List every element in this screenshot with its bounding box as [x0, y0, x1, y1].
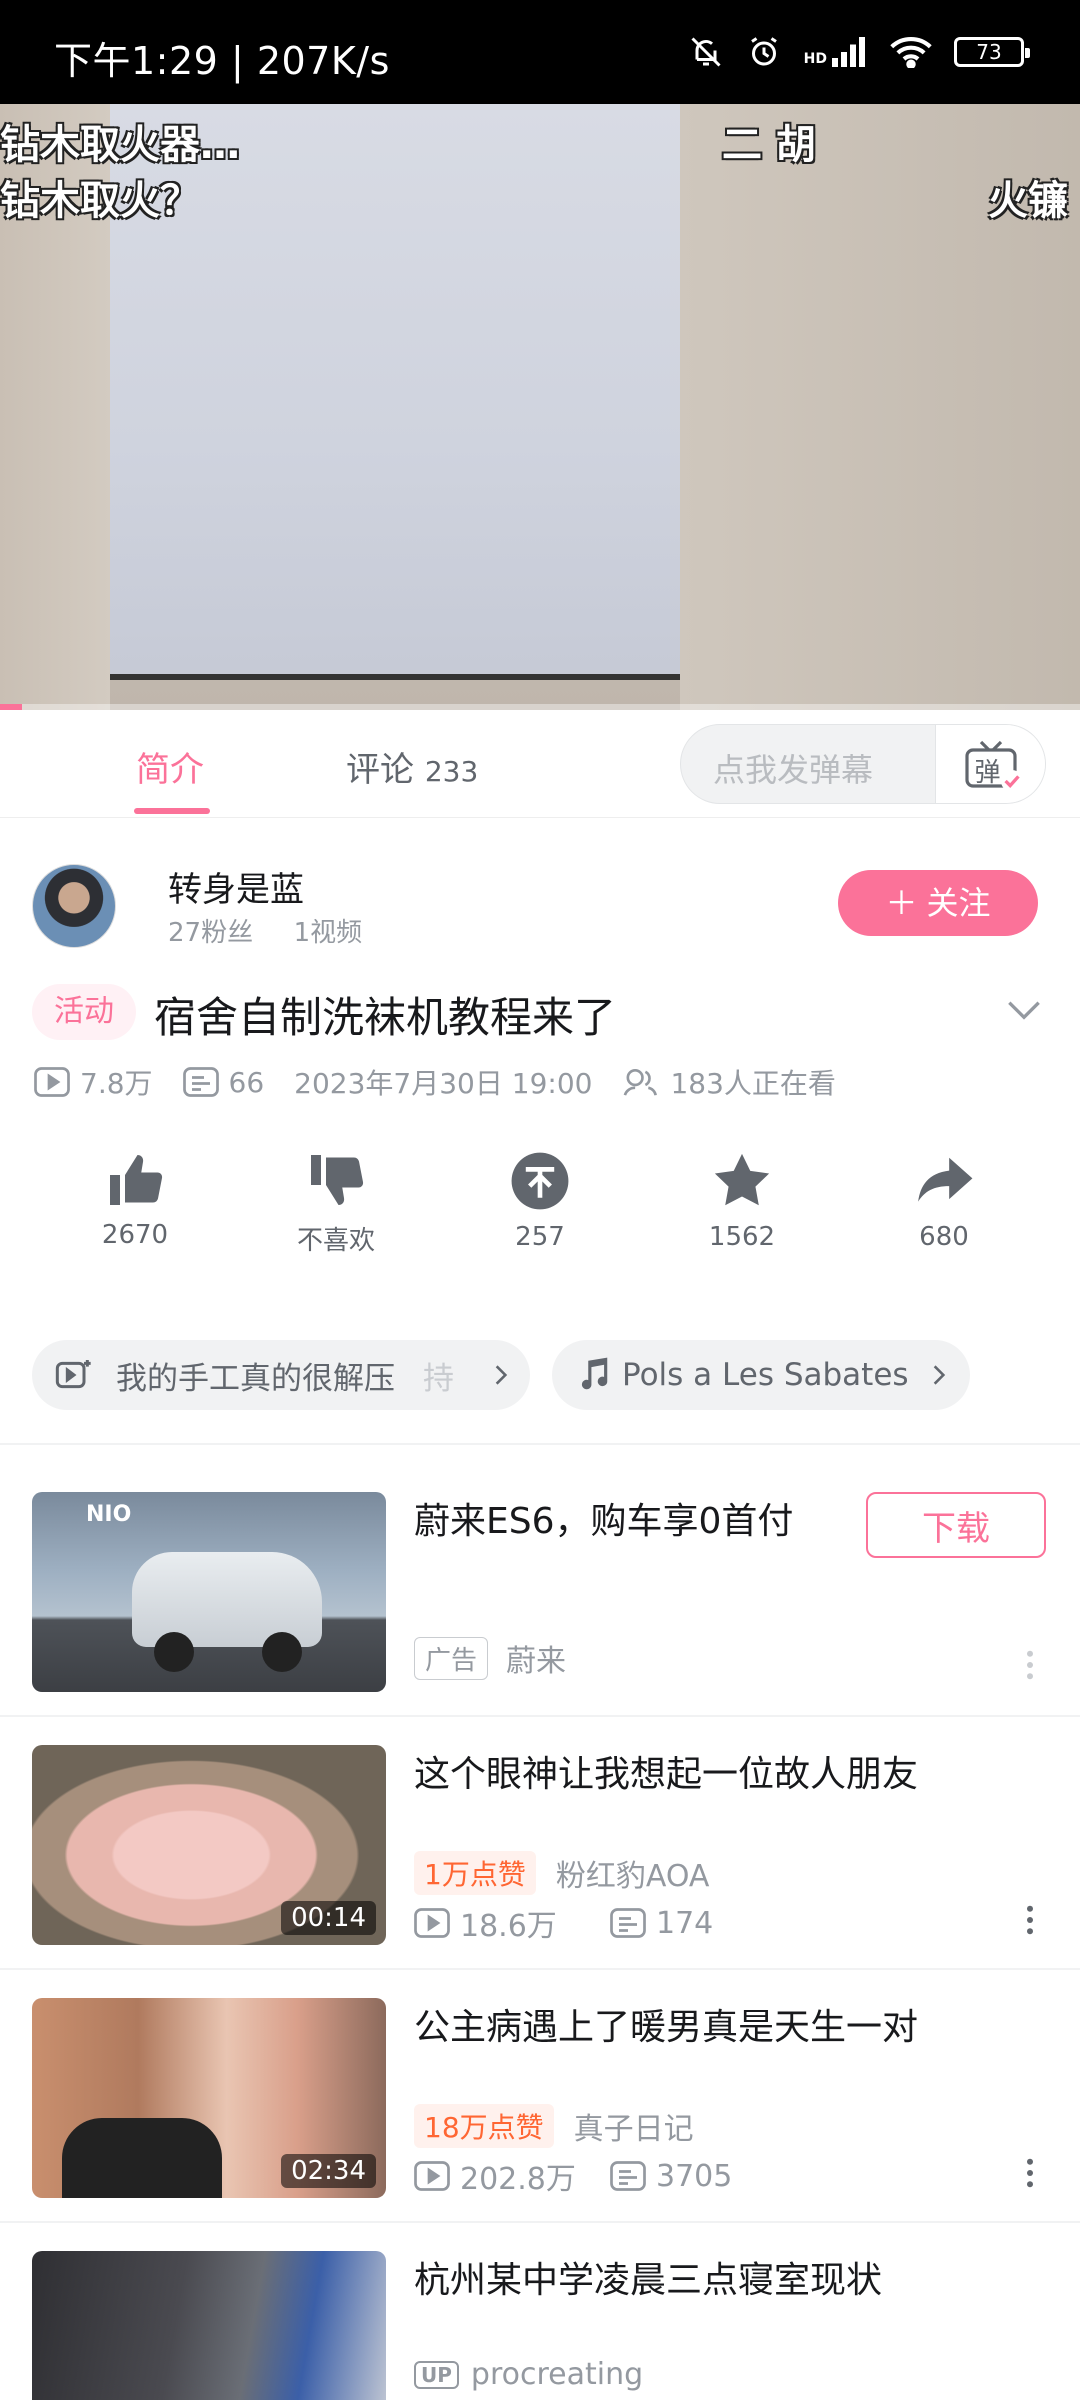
- dislike-button[interactable]: 不喜欢: [256, 1150, 416, 1257]
- item-title: 这个眼神让我想起一位故人朋友: [414, 1754, 919, 1795]
- share-button[interactable]: 680: [864, 1150, 1024, 1252]
- tab-comments[interactable]: 评论 233: [346, 742, 478, 791]
- music-chip[interactable]: Pols a Les Sabates: [552, 1340, 970, 1410]
- divider: [0, 1715, 1080, 1717]
- likes-badge: 18万点赞: [414, 2104, 554, 2148]
- status-network-speed: 207K/s: [256, 39, 390, 83]
- divider: [0, 1443, 1080, 1445]
- item-author: 真子日记: [573, 2112, 694, 2147]
- danmaku-input[interactable]: 点我发弹幕 弹: [680, 724, 1046, 804]
- action-bar: 2670 不喜欢 257 1562 680: [0, 1150, 1080, 1270]
- danmaku-line-4: 火镰: [988, 178, 1068, 224]
- like-button[interactable]: 2670: [55, 1150, 215, 1250]
- list-item[interactable]: 02:34 公主病遇上了暖男真是天生一对 18万点赞 真子日记 202.8万 3…: [0, 1998, 1080, 2250]
- danmaku-count: 66: [228, 1065, 265, 1099]
- author-row: 转身是蓝 27粉丝 1视频 ＋ 关注: [0, 850, 1080, 960]
- duration-badge: 02:34: [281, 2154, 376, 2188]
- divider: [0, 1968, 1080, 1970]
- danmaku-toggle-button[interactable]: 弹: [935, 725, 1045, 803]
- play-count-icon: [414, 1908, 450, 1938]
- view-count: 7.8万: [80, 1067, 153, 1100]
- watching-people-icon: [624, 1068, 658, 1096]
- alarm-icon: [746, 34, 782, 70]
- ad-badge: 广告: [414, 1636, 489, 1680]
- item-author: procreating: [470, 2357, 644, 2392]
- coin-button[interactable]: 257: [460, 1150, 620, 1252]
- video-player[interactable]: 钻木取火器… 钻木取火？ 二 胡 火镰: [0, 104, 1080, 710]
- status-bar: 下午1:29 | 207K/s HD 73: [0, 0, 1080, 104]
- tab-bar: 简介 评论 233 点我发弹幕 弹: [0, 710, 1080, 818]
- signal-icon: HD: [804, 37, 868, 67]
- nio-logo: NIO: [86, 1502, 132, 1527]
- video-topic-icon: [55, 1360, 91, 1389]
- thumbs-down-icon: [311, 1155, 364, 1205]
- more-vertical-icon[interactable]: [1026, 1650, 1034, 1684]
- more-vertical-icon[interactable]: [1026, 1905, 1034, 1939]
- chevron-right-icon: [488, 1362, 514, 1388]
- watching-count: 183人正在看: [670, 1067, 836, 1100]
- video-title-row: 活动 宿舍自制洗袜机教程来了: [32, 980, 1052, 1046]
- more-vertical-icon[interactable]: [1026, 2158, 1034, 2192]
- list-item[interactable]: 杭州某中学凌晨三点寝室现状 UP procreating: [0, 2251, 1080, 2400]
- danmaku-line-3: 二 胡: [722, 122, 816, 168]
- star-icon: [714, 1153, 770, 1206]
- item-title: 杭州某中学凌晨三点寝室现状: [414, 2260, 883, 2301]
- video-title: 宿舍自制洗袜机教程来了: [154, 993, 617, 1042]
- download-button[interactable]: 下载: [866, 1492, 1046, 1558]
- video-stats: 7.8万 66 2023年7月30日 19:00 183人正在看: [34, 1060, 866, 1104]
- item-views: 202.8万: [460, 2162, 576, 2197]
- follow-button[interactable]: ＋ 关注: [838, 870, 1038, 936]
- thumbnail[interactable]: 00:14: [32, 1745, 386, 1945]
- wifi-icon: [890, 36, 932, 68]
- item-title: 蔚来ES6，购车享0首付: [414, 1501, 794, 1542]
- chevron-down-icon[interactable]: [1002, 988, 1046, 1036]
- item-danmaku: 3705: [656, 2158, 733, 2194]
- divider: [0, 2221, 1080, 2223]
- chevron-right-icon: [933, 1365, 946, 1385]
- battery-icon: 73: [954, 37, 1030, 67]
- coin-icon: [511, 1152, 569, 1210]
- tab-active-indicator: [134, 808, 210, 814]
- likes-badge: 1万点赞: [414, 1851, 536, 1895]
- activity-tag[interactable]: 活动: [32, 984, 136, 1040]
- status-time: 下午1:29: [54, 39, 219, 83]
- danmaku-line-1: 钻木取火器…: [0, 122, 240, 168]
- thumbnail[interactable]: 02:34: [32, 1998, 386, 2198]
- favorite-button[interactable]: 1562: [662, 1150, 822, 1252]
- danmaku-count-icon: [182, 1067, 219, 1097]
- item-author: 粉红豹AOA: [555, 1859, 710, 1894]
- play-count-icon: [34, 1067, 70, 1097]
- up-badge: UP: [414, 2360, 459, 2389]
- thumbnail[interactable]: [32, 2251, 386, 2400]
- avatar[interactable]: [32, 864, 116, 948]
- item-views: 18.6万: [460, 1909, 557, 1944]
- item-author: 蔚来: [506, 1644, 567, 1679]
- danmaku-tv-icon: 弹: [963, 740, 1023, 792]
- list-item[interactable]: 00:14 这个眼神让我想起一位故人朋友 1万点赞 粉红豹AOA 18.6万 1…: [0, 1745, 1080, 1997]
- play-count-icon: [414, 2161, 450, 2191]
- thumbs-up-icon: [110, 1155, 163, 1205]
- tab-intro[interactable]: 简介: [136, 742, 204, 791]
- author-videos: 1视频: [293, 918, 363, 948]
- publish-date: 2023年7月30日 19:00: [294, 1067, 593, 1100]
- danmaku-count-icon: [610, 2161, 646, 2191]
- music-note-icon: [581, 1357, 608, 1390]
- danmaku-count-icon: [610, 1908, 646, 1938]
- item-title: 公主病遇上了暖男真是天生一对: [414, 2007, 919, 2048]
- danmaku-line-2: 钻木取火？: [0, 178, 200, 224]
- item-danmaku: 174: [656, 1905, 714, 1941]
- thumbnail[interactable]: NIO: [32, 1492, 386, 1692]
- author-name[interactable]: 转身是蓝: [168, 862, 304, 911]
- duration-badge: 00:14: [281, 1901, 376, 1935]
- car-shape: [132, 1552, 322, 1647]
- list-item[interactable]: NIO 蔚来ES6，购车享0首付 下载 广告 蔚来: [0, 1492, 1080, 1744]
- mute-bell-icon: [688, 34, 724, 70]
- author-fans: 27粉丝: [168, 918, 254, 948]
- share-arrow-icon: [918, 1157, 973, 1202]
- topic-chip[interactable]: 我的手工真的很解压 持: [32, 1340, 530, 1410]
